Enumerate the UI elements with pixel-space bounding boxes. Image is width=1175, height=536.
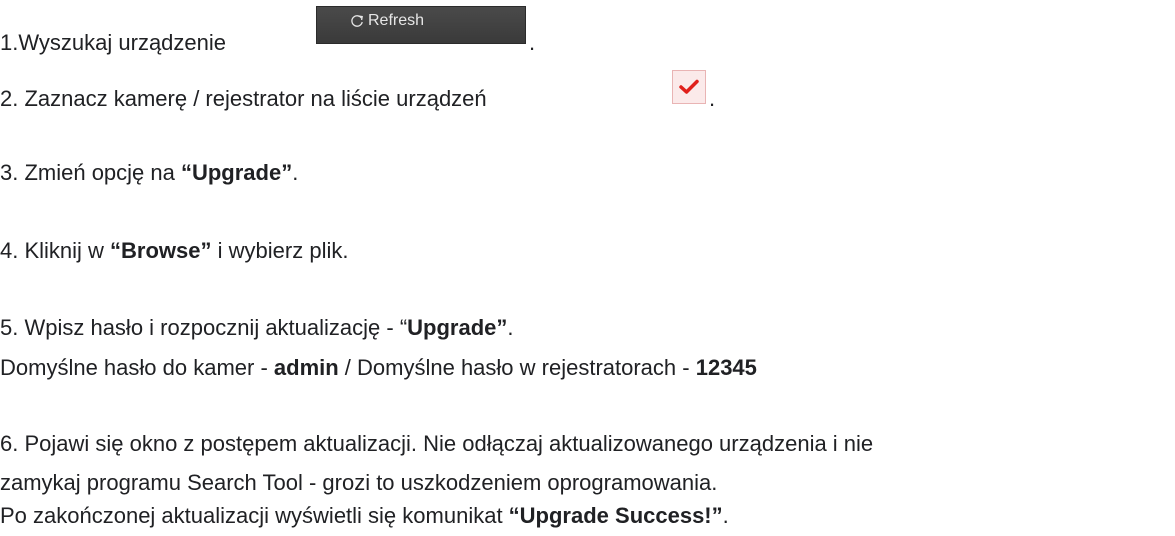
step-4: 4. Kliknij w “Browse” i wybierz plik. (0, 238, 348, 264)
refresh-button-content: Refresh (349, 12, 424, 30)
step-6-text-1: 6. Pojawi się okno z postępem aktualizac… (0, 431, 874, 456)
step-2-text: 2. Zaznacz kamerę / rejestrator na liści… (0, 86, 487, 111)
success-message: “Upgrade Success!” (508, 503, 723, 528)
step-2: 2. Zaznacz kamerę / rejestrator na liści… (0, 86, 487, 112)
step-3-prefix: 3. Zmień opcję na (0, 160, 181, 185)
step-3: 3. Zmień opcję na “Upgrade”. (0, 160, 298, 186)
camera-password: admin (273, 355, 339, 380)
step-6-line-1: 6. Pojawi się okno z postępem aktualizac… (0, 431, 873, 457)
step-1-period: . (529, 30, 536, 55)
refresh-button[interactable]: Refresh (316, 6, 526, 44)
refresh-icon (349, 13, 365, 29)
instructions-document: 1.Wyszukaj urządzenie Refresh . 2. Zazna… (0, 0, 1175, 536)
step-6-text-2: zamykaj programu Search Tool - grozi to … (0, 470, 718, 495)
step-6-suffix: . (722, 503, 729, 528)
step-5-suffix: . (507, 315, 514, 340)
recorder-password-label: / Domyślne hasło w rejestratorach - (338, 355, 696, 380)
step-1: 1.Wyszukaj urządzenie (0, 30, 226, 56)
step-4-suffix: i wybierz plik. (211, 238, 349, 263)
step-1-text: 1.Wyszukaj urządzenie (0, 30, 227, 55)
step-6-line-2: zamykaj programu Search Tool - grozi to … (0, 470, 717, 496)
step-3-suffix: . (292, 160, 299, 185)
step-6-line-3: Po zakończonej aktualizacji wyświetli si… (0, 503, 729, 529)
device-checkbox[interactable] (672, 70, 706, 104)
step-5-button-name: Upgrade” (407, 315, 508, 340)
camera-password-label: Domyślne hasło do kamer - (0, 355, 274, 380)
step-5-prefix: 5. Wpisz hasło i rozpocznij aktualizację… (0, 315, 408, 340)
step-5: 5. Wpisz hasło i rozpocznij aktualizację… (0, 315, 514, 341)
recorder-password: 12345 (695, 355, 757, 380)
step-4-button-name: “Browse” (110, 238, 212, 263)
step-4-prefix: 4. Kliknij w (0, 238, 111, 263)
step-2-period: . (709, 86, 716, 111)
step-3-option: “Upgrade” (180, 160, 293, 185)
step-2-trailing: . (709, 86, 715, 112)
default-passwords: Domyślne hasło do kamer - admin / Domyśl… (0, 355, 757, 381)
step-6-prefix: Po zakończonej aktualizacji wyświetli si… (0, 503, 509, 528)
step-1-trailing: . (529, 30, 535, 56)
refresh-button-label: Refresh (368, 12, 425, 29)
checkmark-icon (679, 79, 699, 94)
